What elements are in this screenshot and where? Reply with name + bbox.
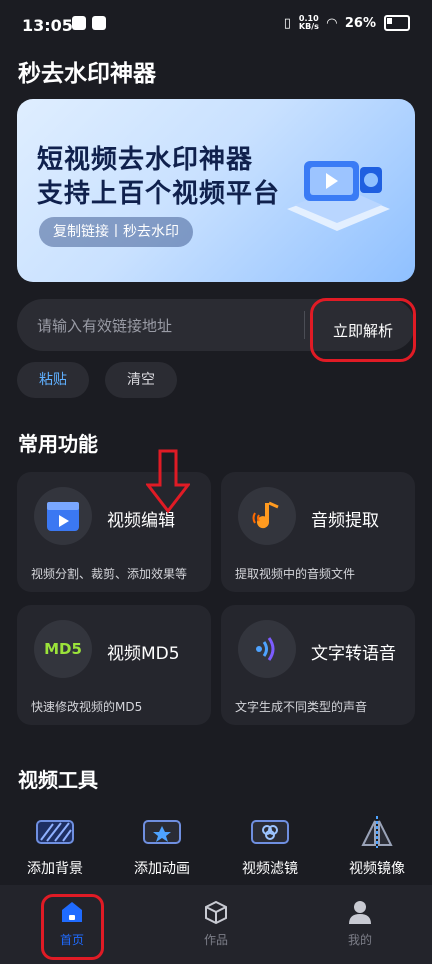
battery-icon — [384, 15, 410, 31]
mail-icon — [92, 16, 106, 30]
wifi-icon: ◠ — [326, 15, 337, 31]
video-camera-icon — [287, 161, 390, 231]
mirror-icon — [355, 814, 399, 850]
animation-icon — [140, 814, 184, 850]
tool-label: 视频滤镜 — [242, 861, 298, 877]
tool-add-background[interactable]: 添加背景 — [10, 814, 100, 878]
url-input[interactable] — [35, 299, 309, 353]
card-audio-extract[interactable]: 音频提取 提取视频中的音频文件 — [221, 472, 415, 592]
filter-icon — [248, 814, 292, 850]
tool-add-animation[interactable]: 添加动画 — [117, 814, 207, 878]
tool-label: 添加动画 — [134, 861, 190, 877]
section-common-title: 常用功能 — [18, 432, 98, 456]
banner-pill: 复制链接丨秒去水印 — [39, 217, 193, 247]
sound-wave-icon — [238, 620, 296, 678]
card-desc: 提取视频中的音频文件 — [235, 567, 356, 581]
card-desc: 快速修改视频的MD5 — [31, 700, 143, 714]
status-bar: 13:05 ▯ 0.10 KB/s ◠ 26% — [0, 0, 432, 50]
card-desc: 视频分割、裁剪、添加效果等 — [31, 567, 188, 581]
card-name: 音频提取 — [311, 511, 379, 531]
banner-line1: 短视频去水印神器 — [37, 145, 254, 175]
vibrate-icon: ▯ — [283, 15, 291, 31]
box-icon — [144, 899, 288, 927]
clear-button[interactable]: 清空 — [105, 362, 177, 398]
home-highlight-box — [41, 894, 104, 960]
nav-label: 作品 — [203, 933, 228, 947]
section-tools-title: 视频工具 — [18, 768, 98, 792]
battery-text: 26% — [344, 15, 376, 31]
card-text-to-speech[interactable]: 文字转语音 文字生成不同类型的声音 — [221, 605, 415, 725]
banner-line2: 支持上百个视频平台 — [37, 179, 281, 209]
nav-works[interactable]: 作品 — [144, 885, 288, 964]
card-name: 视频MD5 — [107, 644, 180, 664]
music-note-icon — [238, 487, 296, 545]
background-icon — [33, 814, 77, 850]
status-right: ▯ 0.10 KB/s ◠ 26% — [284, 15, 410, 31]
notification-icon — [72, 16, 86, 30]
nav-label: 我的 — [347, 933, 372, 947]
search-divider — [304, 311, 305, 339]
md5-icon-text: MD5 — [44, 640, 82, 658]
paste-button[interactable]: 粘贴 — [17, 362, 89, 398]
parse-button[interactable]: 立即解析 — [310, 298, 416, 362]
nav-mine[interactable]: 我的 — [288, 885, 432, 964]
net-speed: 0.10 KB/s — [298, 14, 319, 31]
banner[interactable]: 短视频去水印神器 支持上百个视频平台 复制链接丨秒去水印 — [17, 99, 415, 282]
tool-video-mirror[interactable]: 视频镜像 — [332, 814, 422, 878]
md5-icon: MD5 — [34, 620, 92, 678]
annotation-arrow-icon — [146, 449, 190, 513]
tool-label: 添加背景 — [27, 861, 83, 877]
card-desc: 文字生成不同类型的声音 — [235, 700, 368, 714]
page-title: 秒去水印神器 — [18, 61, 156, 87]
card-name: 文字转语音 — [311, 644, 396, 664]
tool-video-filter[interactable]: 视频滤镜 — [225, 814, 315, 878]
status-time: 13:05 — [22, 16, 73, 35]
card-video-md5[interactable]: MD5 视频MD5 快速修改视频的MD5 — [17, 605, 211, 725]
clapperboard-icon — [34, 487, 92, 545]
tool-label: 视频镜像 — [349, 861, 405, 877]
user-icon — [288, 899, 432, 927]
